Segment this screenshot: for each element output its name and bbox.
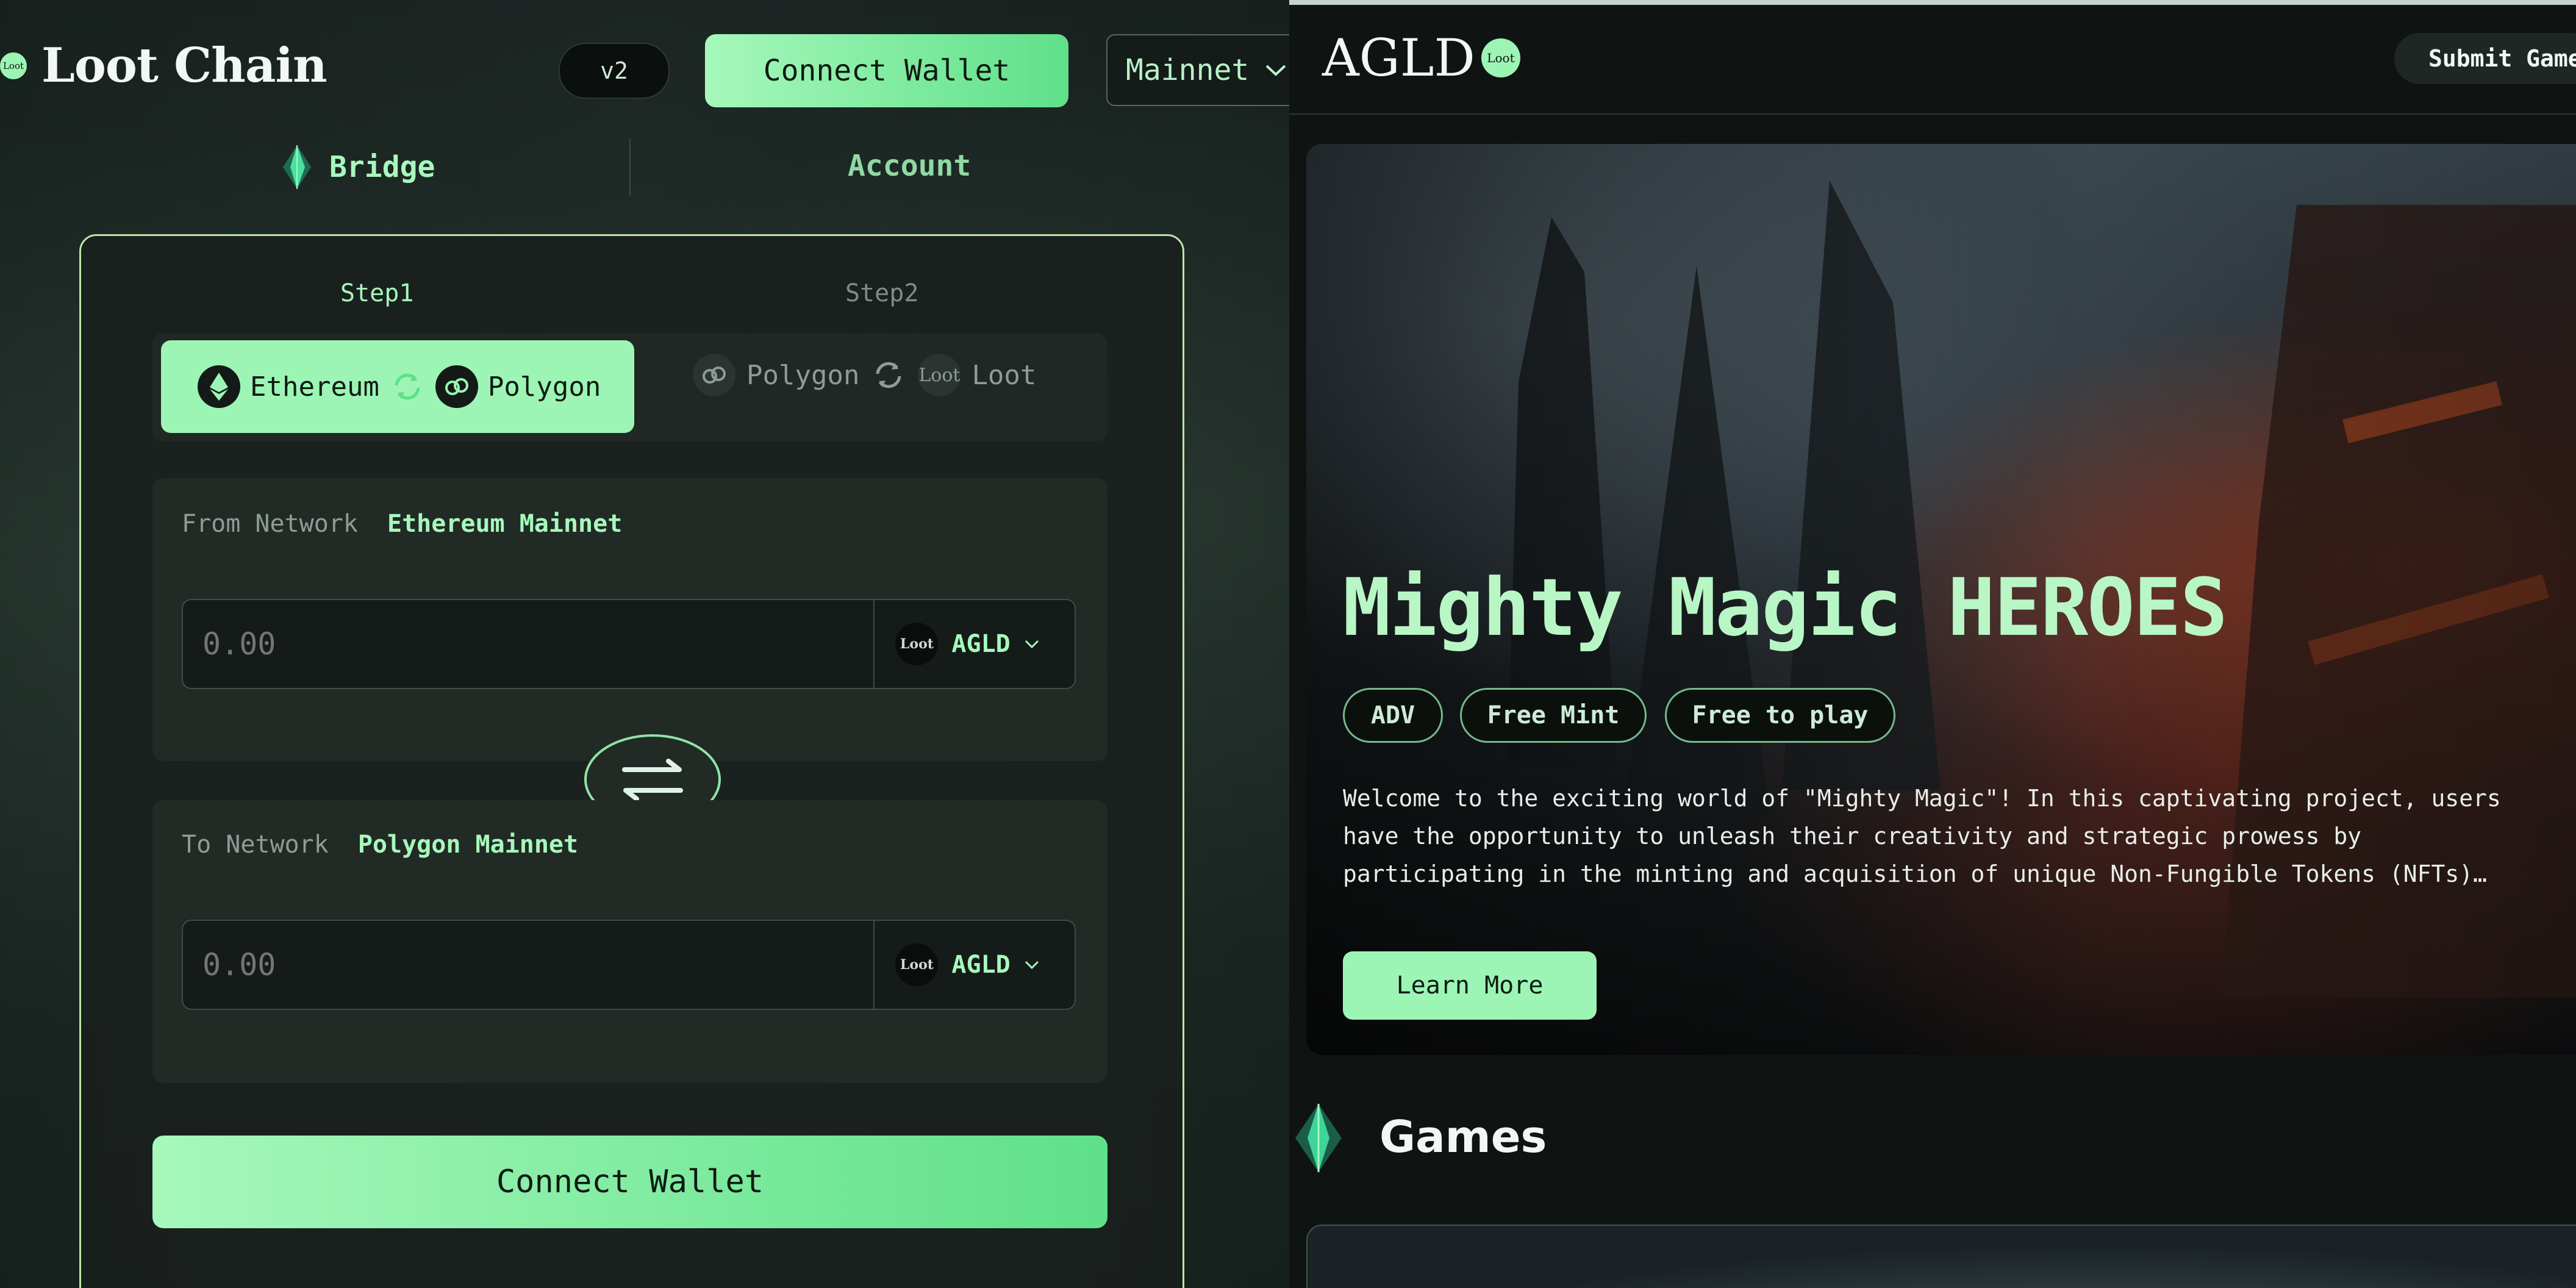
step-1[interactable]: Step1 (340, 279, 413, 307)
diamond-icon (1289, 1101, 1348, 1177)
tag-free-to-play: Free to play (1665, 688, 1895, 743)
chevron-down-icon (1025, 640, 1039, 649)
from-network-header: From Network Ethereum Mainnet (182, 510, 622, 538)
to-token-select[interactable]: Loot AGLD (873, 921, 1075, 1009)
polygon-icon (693, 354, 735, 396)
to-token-label: AGLD (951, 951, 1011, 979)
tab-account[interactable]: Account (848, 149, 971, 183)
to-amount-field: Loot AGLD (182, 920, 1076, 1010)
step-2[interactable]: Step2 (845, 279, 918, 307)
header-connect-wallet-button[interactable]: Connect Wallet (705, 34, 1068, 107)
loot-logo: Loot (1481, 38, 1520, 77)
network-select-label: Mainnet (1126, 53, 1250, 87)
from-network-value: Ethereum Mainnet (387, 510, 623, 538)
loot-logo: Loot (0, 52, 27, 79)
from-token-select[interactable]: Loot AGLD (873, 600, 1075, 688)
tab-bridge[interactable]: Bridge (281, 144, 435, 190)
agld-token-icon: Loot (895, 623, 939, 665)
games-panel: AGLD Loot Submit Game Mighty Magic HEROE… (1289, 0, 2576, 1288)
header-divider (1289, 113, 2576, 115)
to-network-label: To Network (182, 831, 329, 859)
top-border (1289, 0, 2576, 5)
games-heading: Games (1379, 1111, 1547, 1162)
route-to-label: Polygon (487, 371, 601, 402)
swap-cycle-icon (876, 362, 901, 388)
ethereum-icon (198, 365, 240, 408)
brand-title: Loot Chain (41, 38, 327, 93)
route-eth-polygon[interactable]: Ethereum Polygon (161, 340, 634, 433)
route-from-label: Ethereum (250, 371, 379, 402)
bridge-panel: Loot Loot Chain v2 Connect Wallet Mainne… (0, 0, 1289, 1288)
agld-token-icon: Loot (895, 943, 939, 986)
network-select[interactable]: Mainnet (1106, 34, 1289, 106)
polygon-icon (435, 365, 478, 408)
chevron-down-icon (1025, 961, 1039, 970)
game-card[interactable] (1306, 1225, 2576, 1288)
route-to-label: Loot (971, 359, 1037, 391)
brand[interactable]: Loot Loot Chain (0, 38, 327, 93)
version-badge[interactable]: v2 (559, 43, 670, 99)
agld-title: AGLD (1322, 28, 1475, 88)
swap-cycle-icon (395, 373, 420, 400)
hero-title: Mighty Magic HEROES (1343, 561, 2228, 654)
from-amount-input[interactable] (183, 626, 874, 662)
to-network-value: Polygon Mainnet (357, 831, 579, 859)
loot-icon: Loot (918, 354, 961, 396)
learn-more-button[interactable]: Learn More (1343, 951, 1597, 1020)
from-amount-field: Loot AGLD (182, 599, 1076, 689)
tab-divider (629, 139, 631, 195)
tag-free-mint: Free Mint (1460, 688, 1647, 743)
submit-game-button[interactable]: Submit Game (2394, 33, 2576, 84)
route-from-label: Polygon (746, 359, 860, 391)
tab-bridge-label: Bridge (329, 150, 435, 184)
route-polygon-loot[interactable]: Polygon Loot Loot (693, 354, 1036, 396)
connect-wallet-button[interactable]: Connect Wallet (152, 1136, 1107, 1228)
tag-adv: ADV (1343, 688, 1443, 743)
agld-brand[interactable]: AGLD Loot (1322, 28, 1520, 88)
to-amount-input[interactable] (183, 946, 874, 983)
chevron-down-icon (1265, 65, 1286, 76)
to-network-header: To Network Polygon Mainnet (182, 831, 578, 859)
diamond-icon (283, 145, 311, 189)
from-token-label: AGLD (951, 630, 1011, 658)
hero-description: Welcome to the exciting world of "Mighty… (1343, 785, 2501, 887)
from-network-label: From Network (182, 510, 358, 538)
